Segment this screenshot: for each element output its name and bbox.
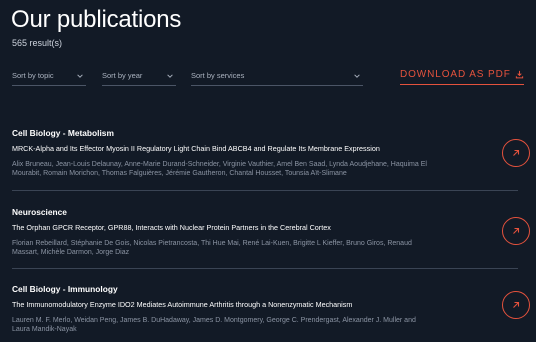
publication-title[interactable]: The Immunomodulatory Enzyme IDO2 Mediate… <box>12 300 524 309</box>
download-pdf-button[interactable]: DOWNLOAD AS PDF <box>400 67 524 85</box>
page-title: Our publications <box>11 6 182 33</box>
sort-by-year-dropdown[interactable]: Sort by year <box>102 68 176 86</box>
publication-category: Neuroscience <box>12 207 67 217</box>
publication-category: Cell Biology - Metabolism <box>12 128 114 138</box>
download-icon <box>515 70 524 79</box>
chevron-down-icon <box>354 74 360 78</box>
divider <box>12 268 518 269</box>
publication-item[interactable]: Cell Biology - Immunology The Immunomodu… <box>12 284 524 335</box>
download-pdf-label: DOWNLOAD AS PDF <box>400 69 511 80</box>
publication-title[interactable]: The Orphan GPCR Receptor, GPR88, Interac… <box>12 223 524 232</box>
arrow-up-right-icon <box>513 149 520 156</box>
result-count: 565 result(s) <box>12 38 63 48</box>
arrow-up-right-icon <box>513 301 520 308</box>
open-publication-button[interactable] <box>502 139 530 167</box>
sort-by-topic-dropdown[interactable]: Sort by topic <box>12 68 86 86</box>
publication-authors: Alix Bruneau, Jean-Louis Delaunay, Anne-… <box>12 161 427 178</box>
sort-by-services-label: Sort by services <box>191 71 245 80</box>
publication-item[interactable]: Neuroscience The Orphan GPCR Receptor, G… <box>12 207 524 258</box>
publication-authors: Florian Rebeillard, Stéphanie De Gois, N… <box>12 240 412 257</box>
publication-title[interactable]: MRCK-Alpha and Its Effector Myosin II Re… <box>12 144 524 153</box>
divider <box>12 190 518 191</box>
publication-item[interactable]: Cell Biology - Metabolism MRCK-Alpha and… <box>12 128 524 179</box>
publication-category: Cell Biology - Immunology <box>12 284 118 294</box>
arrow-up-right-icon <box>513 227 520 234</box>
open-publication-button[interactable] <box>502 291 530 319</box>
sort-by-services-dropdown[interactable]: Sort by services <box>191 68 363 86</box>
filter-bar: Sort by topic Sort by year Sort by servi… <box>12 68 524 88</box>
sort-by-topic-label: Sort by topic <box>12 71 54 80</box>
chevron-down-icon <box>167 74 173 78</box>
sort-by-year-label: Sort by year <box>102 71 143 80</box>
publication-authors: Lauren M. F. Merlo, Weidan Peng, James B… <box>12 317 416 334</box>
chevron-down-icon <box>77 74 83 78</box>
open-publication-button[interactable] <box>502 217 530 245</box>
